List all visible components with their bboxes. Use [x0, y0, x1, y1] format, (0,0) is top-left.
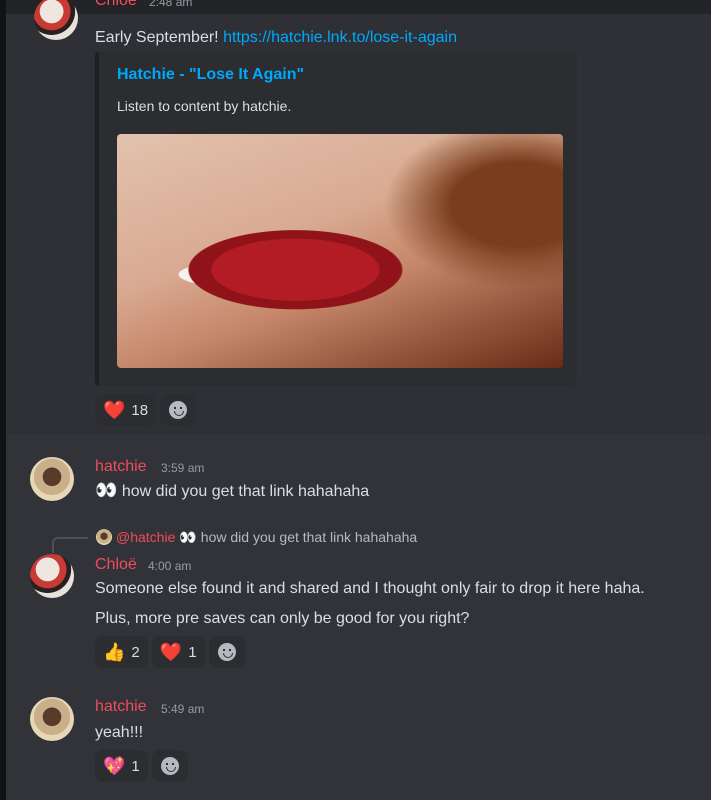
add-reaction-button[interactable] [160, 394, 197, 426]
reply-author-mention[interactable]: @hatchie [116, 529, 175, 545]
heart-emoji: ❤️ [159, 642, 183, 662]
add-reaction-button[interactable] [151, 750, 188, 782]
embed-title-link[interactable]: Hatchie - "Lose It Again" [117, 66, 304, 84]
reactions-bar: 💖 1 [95, 750, 188, 782]
username-hatchie[interactable]: hatchie [95, 698, 147, 716]
reply-avatar-hatchie [96, 529, 112, 545]
message-line-2: Plus, more pre saves can only be good fo… [95, 610, 470, 627]
message-line-1: Someone else found it and shared and I t… [95, 580, 645, 597]
eyes-emoji: 👀 [179, 529, 197, 545]
chat-panel: Chloë 2:48 am Early September! https://h… [6, 0, 711, 800]
add-reaction-button[interactable] [208, 636, 245, 668]
reaction-sparkling-heart[interactable]: 💖 1 [95, 750, 148, 782]
reactions-bar: 👍 2 ❤️ 1 [95, 636, 245, 668]
embed-description: Listen to content by hatchie. [117, 98, 292, 114]
reaction-heart[interactable]: ❤️ 18 [95, 394, 157, 426]
avatar-hatchie[interactable] [30, 457, 74, 501]
avatar-hatchie[interactable] [30, 697, 74, 741]
add-reaction-smiley-icon [217, 643, 236, 661]
reactions-bar: ❤️ 18 [95, 394, 197, 426]
username-chloe[interactable]: Chloë [95, 0, 137, 10]
reply-preview[interactable]: @hatchie 👀 how did you get that link hah… [96, 528, 417, 546]
reaction-count: 18 [131, 401, 149, 419]
embed-thumbnail-image[interactable] [117, 134, 563, 368]
thumbs-up-emoji: 👍 [103, 642, 126, 662]
reply-text: how did you get that link hahahaha [200, 529, 418, 545]
reaction-count: 1 [188, 643, 197, 661]
message-text-prefix: Early September! [95, 29, 224, 46]
timestamp: 4:00 am [148, 559, 192, 573]
reaction-count: 2 [131, 643, 140, 661]
message-body: how did you get that link hahahaha [121, 483, 370, 500]
reply-connector-line [52, 537, 88, 553]
eyes-emoji: 👀 [95, 480, 118, 500]
sparkling-heart-emoji: 💖 [103, 756, 126, 776]
message-text: Early September! https://hatchie.lnk.to/… [95, 27, 457, 49]
avatar-chloe[interactable] [30, 554, 74, 598]
message-text: yeah!!! [95, 724, 144, 741]
timestamp: 2:48 am [149, 0, 193, 9]
message-text: 👀 how did you get that link hahahaha [95, 481, 369, 503]
reaction-count: 1 [131, 757, 140, 775]
reaction-thumbs-up[interactable]: 👍 2 [95, 636, 148, 668]
heart-emoji: ❤️ [103, 400, 126, 420]
username-chloe[interactable]: Chloë [95, 556, 137, 574]
link-embed: Hatchie - "Lose It Again" Listen to cont… [95, 52, 577, 386]
message-link[interactable]: https://hatchie.lnk.to/lose-it-again [223, 29, 457, 46]
reaction-heart[interactable]: ❤️ 1 [151, 636, 205, 668]
add-reaction-smiley-icon [160, 757, 179, 775]
add-reaction-smiley-icon [169, 401, 188, 419]
username-hatchie[interactable]: hatchie [95, 458, 147, 476]
timestamp: 5:49 am [161, 702, 205, 716]
timestamp: 3:59 am [161, 461, 205, 475]
